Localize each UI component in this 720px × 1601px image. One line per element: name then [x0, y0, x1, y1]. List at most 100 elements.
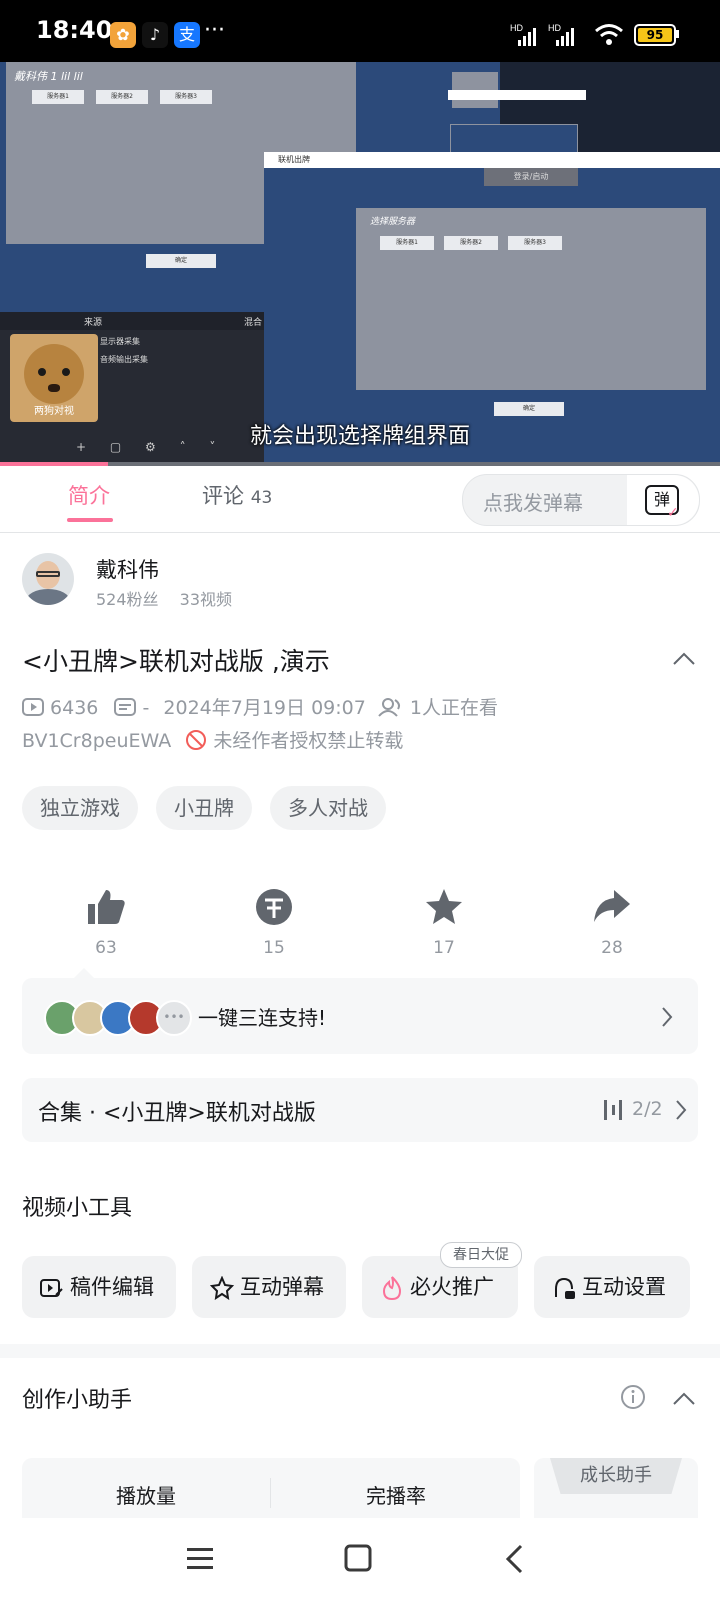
share-button[interactable]: 28 — [562, 888, 662, 958]
tool-settings-label: 互动设置 — [582, 1275, 666, 1299]
status-bar: 18:40 ✿ ♪ 支 ··· HD HD 95 — [0, 0, 720, 62]
favorite-button[interactable]: 17 — [394, 888, 494, 958]
tab-intro[interactable]: 简介 — [68, 480, 110, 510]
danmaku-input[interactable]: 点我发弹幕 弹 ✓ — [462, 474, 700, 526]
author-name[interactable]: 戴科伟 — [96, 554, 159, 584]
tab-comments-label: 评论 — [202, 484, 244, 508]
more-notifications-icon: ··· — [204, 18, 225, 43]
video-overlay-text: 戴科伟 1 lil lil — [14, 70, 83, 83]
metric-completion: 完播率 — [366, 1484, 426, 1508]
tab-indicator — [67, 518, 113, 522]
battery-icon: 95 — [634, 24, 676, 46]
author-videos: 33视频 — [179, 590, 233, 609]
video-player[interactable]: 戴科伟 1 lil lil 服务器1 服务器2 服务器3 确定 联机出牌 登录/… — [0, 62, 720, 466]
tag-3[interactable]: 多人对战 — [270, 786, 386, 830]
interactive-settings-icon — [555, 1277, 575, 1299]
more-supporters-icon: ••• — [156, 1000, 192, 1036]
dog-sticker: 两狗对视 — [10, 334, 98, 422]
window-title: 联机出牌 — [264, 152, 720, 168]
cellular-signal-icon: HD HD — [510, 23, 574, 46]
chevron-up-icon[interactable] — [672, 650, 696, 666]
video-title: <小丑牌>联机对战版 ,演示 — [22, 647, 330, 676]
obs-source-header: 来源 — [84, 318, 103, 328]
small-window-titlebar — [448, 90, 586, 100]
tool-edit-label: 稿件编辑 — [70, 1275, 154, 1299]
danmaku-check-icon: ✓ — [667, 505, 679, 521]
server-button-2: 服务器2 — [96, 90, 148, 104]
tab-comments-count: 43 — [250, 488, 273, 508]
sticker-caption: 两狗对视 — [34, 406, 74, 417]
select-server-panel: 选择服务器 服务器1 服务器2 服务器3 — [356, 208, 706, 390]
section-divider — [0, 1344, 720, 1358]
star-icon — [426, 889, 462, 924]
share-icon — [594, 890, 630, 922]
info-icon[interactable] — [620, 1384, 646, 1410]
tool-danmaku[interactable]: 互动弹幕 — [192, 1256, 346, 1318]
obs-source-item-1: 显示器采集 — [100, 337, 140, 346]
watching-icon — [378, 698, 400, 717]
metric-divider — [270, 1478, 271, 1508]
bvid[interactable]: BV1Cr8peuEWA — [22, 730, 171, 752]
wifi-icon — [595, 24, 623, 45]
author-fans: 524粉丝 — [96, 590, 159, 609]
app-notification-icon: ✿ — [110, 22, 136, 48]
confirm-button-main: 确定 — [494, 402, 564, 416]
like-button[interactable]: 63 — [56, 888, 156, 958]
like-count: 63 — [95, 938, 117, 958]
alipay-icon: 支 — [174, 22, 200, 48]
tool-edit[interactable]: 稿件编辑 — [22, 1256, 176, 1318]
select-server-title: 选择服务器 — [370, 217, 416, 227]
video-id-row: BV1Cr8peuEWA 未经作者授权禁止转载 — [22, 726, 403, 753]
play-count: 6436 — [50, 697, 99, 719]
obs-mixer-header: 混合 — [244, 318, 263, 328]
triple-support-label: 一键三连支持! — [198, 1006, 327, 1030]
tag-2[interactable]: 小丑牌 — [156, 786, 252, 830]
back-icon[interactable] — [504, 1544, 524, 1574]
metric-plays: 播放量 — [116, 1484, 176, 1508]
author-avatar[interactable] — [22, 553, 74, 605]
menu-icon[interactable] — [186, 1546, 214, 1570]
tab-comments[interactable]: 评论 43 — [202, 480, 272, 510]
collection-card[interactable]: 合集 · <小丑牌>联机对战版 2/2 — [22, 1078, 698, 1142]
server-button-main-1: 服务器1 — [380, 236, 434, 250]
tool-promote-label: 必火推广 — [410, 1275, 494, 1299]
collection-progress: 2/2 — [632, 1098, 663, 1120]
login-button: 登录/启动 — [484, 168, 578, 186]
obs-source-item-2: 音频输出采集 — [100, 355, 148, 364]
collection-label: 合集 · <小丑牌>联机对战版 — [38, 1101, 316, 1126]
douyin-icon: ♪ — [142, 22, 168, 48]
watching-count: 1人正在看 — [409, 697, 499, 719]
fire-icon — [382, 1276, 402, 1301]
server-button-3: 服务器3 — [160, 90, 212, 104]
promo-badge: 春日大促 — [440, 1242, 522, 1268]
chevron-right-icon — [662, 1007, 673, 1027]
tool-danmaku-label: 互动弹幕 — [240, 1275, 324, 1299]
danmaku-send-button[interactable]: 弹 ✓ — [627, 475, 699, 525]
server-button-main-3: 服务器3 — [508, 236, 562, 250]
coin-button[interactable]: 15 — [224, 888, 324, 958]
tag-1[interactable]: 独立游戏 — [22, 786, 138, 830]
battery-tip — [676, 30, 679, 38]
play-count-icon — [22, 698, 44, 716]
danmaku-count-icon — [114, 698, 137, 716]
chevron-up-icon[interactable] — [672, 1390, 696, 1406]
server-button-main-2: 服务器2 — [444, 236, 498, 250]
battery-level: 95 — [638, 28, 672, 42]
video-subtitle: 就会出现选择牌组界面 — [249, 424, 470, 449]
danmaku-count: - — [142, 697, 150, 719]
growth-assistant-tab[interactable]: 成长助手 — [550, 1458, 682, 1494]
confirm-button-left: 确定 — [146, 254, 216, 268]
svg-text:HD: HD — [510, 23, 523, 33]
status-time: 18:40 — [36, 16, 113, 44]
home-icon[interactable] — [344, 1544, 372, 1572]
interactive-danmaku-icon — [209, 1275, 235, 1301]
coin-icon — [256, 889, 292, 925]
system-nav-bar — [0, 1518, 720, 1601]
triple-support-card[interactable]: ••• 一键三连支持! — [22, 978, 698, 1054]
assistant-title: 创作小助手 — [22, 1388, 133, 1413]
edit-video-icon — [40, 1279, 63, 1297]
author-stats: 524粉丝 33视频 — [96, 586, 232, 610]
tool-settings[interactable]: 互动设置 — [534, 1256, 690, 1318]
share-count: 28 — [601, 938, 623, 958]
favorite-count: 17 — [433, 938, 455, 958]
